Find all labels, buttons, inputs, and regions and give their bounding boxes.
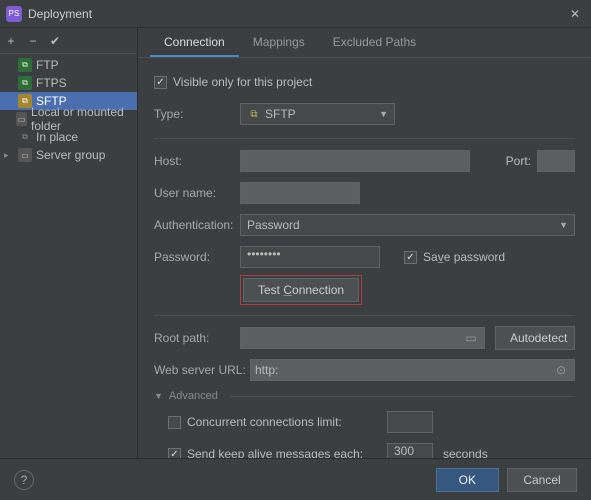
test-connection-button[interactable]: Test Connection [243,278,359,302]
visible-only-checkbox[interactable]: ✓ [154,76,167,89]
auth-value: Password [247,218,300,232]
chevron-down-icon: ▼ [154,391,163,401]
port-input[interactable] [537,150,575,172]
root-path-input[interactable]: ▭ [240,327,485,349]
port-label: Port: [506,154,531,168]
tree-item-group[interactable]: ▸ ▭ Server group [0,146,137,164]
keepalive-label: Send keep alive messages each: [187,447,387,458]
connection-form: ✓ Visible only for this project Type: ⧉ … [138,58,591,458]
tree-label: Server group [36,148,105,162]
tree-label: FTP [36,58,59,72]
tab-excluded[interactable]: Excluded Paths [319,29,430,57]
seconds-label: seconds [443,447,488,458]
tree-item-local[interactable]: ▭ Local or mounted folder [0,110,137,128]
content-area: Connection Mappings Excluded Paths ✓ Vis… [138,28,591,458]
tab-connection[interactable]: Connection [150,29,239,57]
cancel-button[interactable]: Cancel [507,468,577,492]
apply-button[interactable]: ✔ [48,34,62,48]
ok-button[interactable]: OK [436,468,499,492]
tree-item-ftp[interactable]: ⧉ FTP [0,56,137,74]
root-path-label: Root path: [154,331,240,345]
auth-select[interactable]: Password ▼ [240,214,575,236]
concurrent-label: Concurrent connections limit: [187,415,387,429]
visible-only-label: Visible only for this project [173,75,312,89]
web-url-value: http: [255,363,278,377]
tree-item-ftps[interactable]: ⧉ FTPS [0,74,137,92]
dialog-footer: ? OK Cancel [0,458,591,500]
password-label: Password: [154,250,240,264]
host-label: Host: [154,154,240,168]
open-browser-icon[interactable]: ⊙ [552,363,570,377]
window-title: Deployment [28,7,92,21]
username-input[interactable] [240,182,360,204]
remove-button[interactable]: − [26,34,40,48]
folder-icon: ▭ [18,148,32,162]
server-icon: ⧉ [18,94,32,108]
username-label: User name: [154,186,240,200]
host-input[interactable] [240,150,470,172]
sftp-icon: ⧉ [247,107,261,121]
advanced-section[interactable]: ▼ Advanced [154,390,575,402]
divider [154,315,575,316]
type-label: Type: [154,107,240,121]
app-icon: PS [6,6,22,22]
web-url-input[interactable]: http: ⊙ [250,359,575,381]
web-url-label: Web server URL: [154,363,250,377]
server-icon: ⧉ [18,76,32,90]
sidebar-toolbar: + − ✔ [0,28,137,54]
type-value: SFTP [265,107,296,121]
server-icon: ⧉ [18,58,32,72]
browse-icon[interactable]: ▭ [462,331,480,345]
chevron-down-icon: ▼ [559,220,568,230]
advanced-label: Advanced [169,390,218,402]
test-connection-highlight: Test Connection [240,275,362,305]
type-select[interactable]: ⧉ SFTP ▼ [240,103,395,125]
autodetect-button[interactable]: Autodetect [495,326,575,350]
tree-label: FTPS [36,76,67,90]
concurrent-checkbox[interactable] [168,416,181,429]
password-input[interactable]: •••••••• [240,246,380,268]
tab-mappings[interactable]: Mappings [239,29,319,57]
server-tree: ⧉ FTP ⧉ FTPS ⧉ SFTP ▭ Local or mounted f… [0,54,137,458]
concurrent-input[interactable] [387,411,433,433]
auth-label: Authentication: [154,218,240,232]
title-bar: PS Deployment ✕ [0,0,591,28]
keepalive-input[interactable]: 300 [387,443,433,458]
folder-icon: ▭ [16,112,27,126]
save-password-checkbox[interactable]: ✓ [404,251,417,264]
add-button[interactable]: + [4,34,18,48]
chevron-down-icon: ▼ [379,109,388,119]
server-icon: ⧉ [18,130,32,144]
tree-label: Local or mounted folder [31,105,131,133]
sidebar: + − ✔ ⧉ FTP ⧉ FTPS ⧉ SFTP ▭ L [0,28,138,458]
tabs: Connection Mappings Excluded Paths [138,28,591,58]
close-icon[interactable]: ✕ [565,4,585,24]
chevron-right-icon: ▸ [4,150,14,161]
tree-label: In place [36,130,78,144]
help-button[interactable]: ? [14,470,34,490]
save-password-label: Save password [423,250,505,264]
keepalive-checkbox[interactable]: ✓ [168,448,181,459]
divider [154,138,575,139]
